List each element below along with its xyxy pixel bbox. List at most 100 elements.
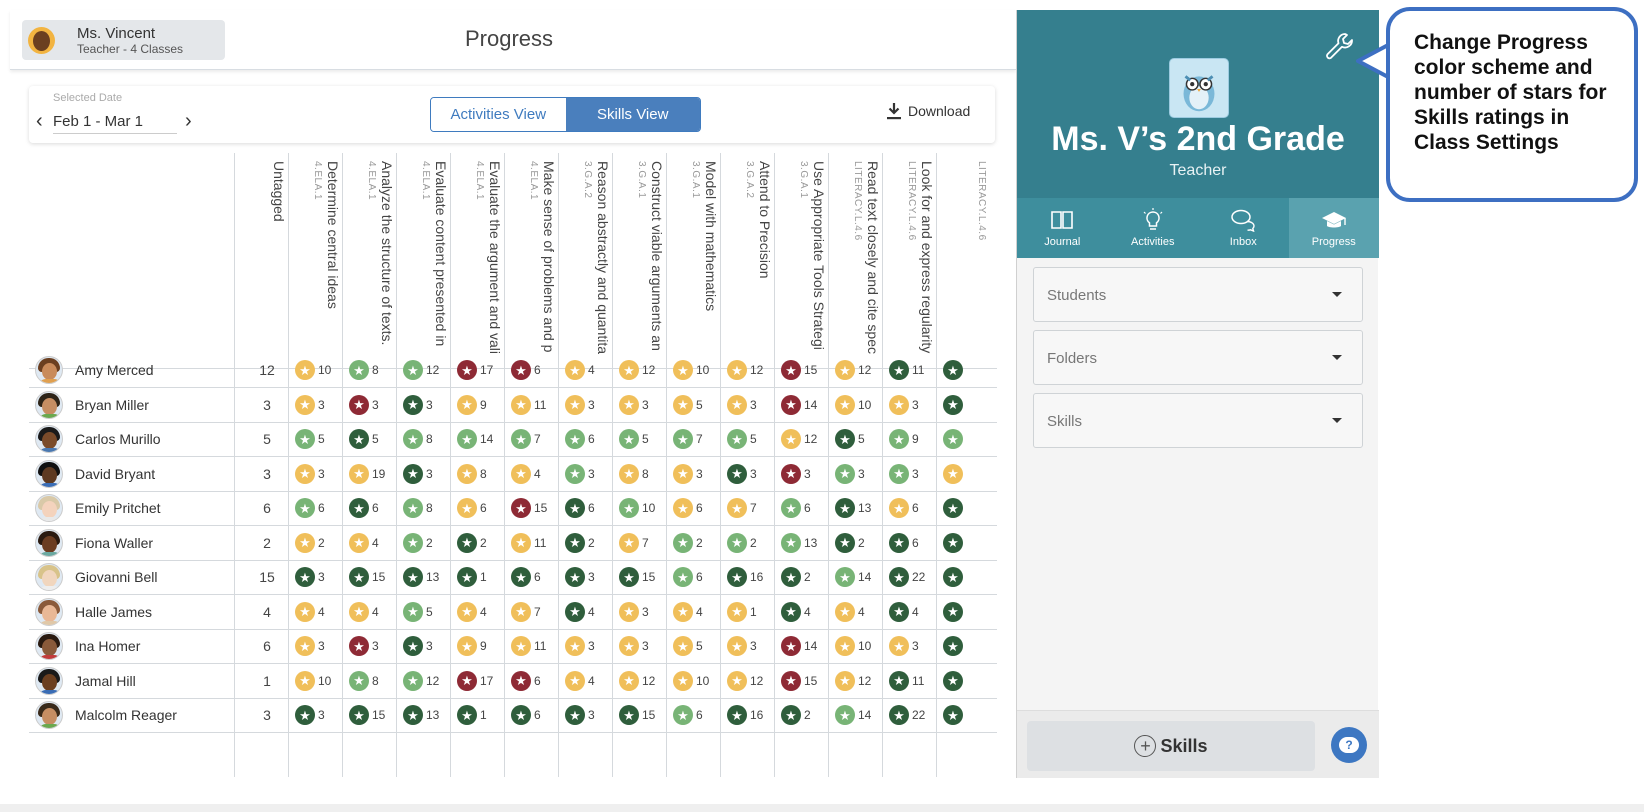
skill-rating-cell[interactable]: ★ 14 <box>457 421 493 457</box>
skill-rating-cell[interactable]: ★ 3 <box>565 387 595 423</box>
skill-rating-cell[interactable]: ★ 3 <box>295 559 325 595</box>
skill-rating-cell[interactable]: ★ 5 <box>403 594 433 630</box>
skill-rating-cell[interactable]: ★ 3 <box>295 628 325 664</box>
skill-rating-cell[interactable]: ★ 3 <box>673 456 703 492</box>
skill-rating-cell[interactable]: ★ 2 <box>727 525 757 561</box>
student-row[interactable]: Jamal Hill 1 ★ 10 ★ 8 ★ 12 ★ 17 ★ 6 ★ 4 ★ 12 ★ 10 ★ 12 ★ 15 ★ 1… <box>29 663 997 699</box>
skill-rating-cell[interactable]: ★ 12 <box>619 352 655 388</box>
student-row[interactable]: Halle James 4 ★ 4 ★ 4 ★ 5 ★ 4 ★ 7 ★ 4 ★ 3 ★ 4 ★ 1 ★ 4 ★ 4 ★ 4 ★ <box>29 594 997 630</box>
skill-rating-cell[interactable]: ★ 9 <box>457 387 487 423</box>
skill-rating-cell[interactable]: ★ 6 <box>511 559 541 595</box>
skill-rating-cell[interactable]: ★ <box>943 697 966 733</box>
skill-rating-cell[interactable]: ★ 4 <box>295 594 325 630</box>
skill-rating-cell[interactable]: ★ 2 <box>781 697 811 733</box>
skill-rating-cell[interactable]: ★ 1 <box>727 594 757 630</box>
skill-rating-cell[interactable]: ★ 3 <box>619 594 649 630</box>
skill-rating-cell[interactable]: ★ 6 <box>565 421 595 457</box>
skill-rating-cell[interactable]: ★ 3 <box>619 628 649 664</box>
skill-rating-cell[interactable]: ★ 5 <box>727 421 757 457</box>
column-header[interactable]: Reason abstractly and quantita 3.G.A.2 <box>558 153 612 369</box>
skill-rating-cell[interactable]: ★ 2 <box>835 525 865 561</box>
skill-rating-cell[interactable]: ★ 6 <box>889 490 919 526</box>
skill-rating-cell[interactable]: ★ 13 <box>403 559 439 595</box>
student-row[interactable]: David Bryant 3 ★ 3 ★ 19 ★ 3 ★ 8 ★ 4 ★ 3 ★ 8 ★ 3 ★ 3 ★ 3 ★ 3 ★ 3 ★ <box>29 456 997 492</box>
students-dropdown[interactable]: Students <box>1033 267 1363 322</box>
skill-rating-cell[interactable]: ★ <box>943 628 966 664</box>
skill-rating-cell[interactable]: ★ 15 <box>349 559 385 595</box>
skill-rating-cell[interactable]: ★ 15 <box>619 697 655 733</box>
skill-rating-cell[interactable]: ★ 5 <box>619 421 649 457</box>
skill-rating-cell[interactable]: ★ 11 <box>511 387 546 423</box>
skill-rating-cell[interactable]: ★ 10 <box>673 663 709 699</box>
skill-rating-cell[interactable]: ★ 13 <box>781 525 817 561</box>
skill-rating-cell[interactable]: ★ 6 <box>673 559 703 595</box>
column-header[interactable]: Analyze the structure of texts. 4.ELA.1 <box>342 153 396 369</box>
skill-rating-cell[interactable]: ★ 3 <box>727 628 757 664</box>
student-name[interactable]: Emily Pritchet <box>75 500 161 516</box>
skill-rating-cell[interactable]: ★ 3 <box>565 697 595 733</box>
skill-rating-cell[interactable]: ★ <box>943 352 966 388</box>
skill-rating-cell[interactable]: ★ 11 <box>889 352 924 388</box>
skill-rating-cell[interactable]: ★ 7 <box>619 525 649 561</box>
skill-rating-cell[interactable]: ★ 4 <box>889 594 919 630</box>
skill-rating-cell[interactable]: ★ 2 <box>673 525 703 561</box>
wrench-icon[interactable] <box>1323 30 1357 64</box>
skill-rating-cell[interactable]: ★ 1 <box>457 559 487 595</box>
skill-rating-cell[interactable]: ★ 6 <box>295 490 325 526</box>
skill-rating-cell[interactable]: ★ 12 <box>403 663 439 699</box>
skill-rating-cell[interactable]: ★ 5 <box>349 421 379 457</box>
skill-rating-cell[interactable]: ★ 12 <box>727 663 763 699</box>
skill-rating-cell[interactable]: ★ 9 <box>457 628 487 664</box>
skill-rating-cell[interactable]: ★ <box>943 594 966 630</box>
nav-journal[interactable]: Journal <box>1017 198 1108 258</box>
skill-rating-cell[interactable]: ★ 10 <box>295 663 331 699</box>
column-header[interactable]: Construct viable arguments an 3.G.A.1 <box>612 153 666 369</box>
skill-rating-cell[interactable]: ★ 3 <box>295 697 325 733</box>
column-header[interactable]: Look for and express regularity LITERACY.… <box>882 153 936 369</box>
skill-rating-cell[interactable]: ★ 12 <box>781 421 817 457</box>
skill-rating-cell[interactable]: ★ 3 <box>403 387 433 423</box>
skill-rating-cell[interactable]: ★ 14 <box>781 387 817 423</box>
skill-rating-cell[interactable]: ★ <box>943 525 966 561</box>
skill-rating-cell[interactable]: ★ 12 <box>727 352 763 388</box>
skill-rating-cell[interactable]: ★ 8 <box>403 490 433 526</box>
skill-rating-cell[interactable]: ★ 12 <box>403 352 439 388</box>
skill-rating-cell[interactable]: ★ 6 <box>565 490 595 526</box>
skill-rating-cell[interactable]: ★ 4 <box>511 456 541 492</box>
skill-rating-cell[interactable]: ★ 3 <box>565 456 595 492</box>
column-header[interactable]: Evaluate content presented in 4.ELA.1 <box>396 153 450 369</box>
skill-rating-cell[interactable]: ★ <box>943 663 966 699</box>
skill-rating-cell[interactable]: ★ 5 <box>673 628 703 664</box>
student-name[interactable]: Malcolm Reager <box>75 707 177 723</box>
skill-rating-cell[interactable]: ★ 6 <box>673 490 703 526</box>
skill-rating-cell[interactable]: ★ 3 <box>619 387 649 423</box>
help-chat-button[interactable]: ? <box>1331 727 1367 763</box>
skill-rating-cell[interactable]: ★ 17 <box>457 663 493 699</box>
skill-rating-cell[interactable]: ★ 3 <box>349 628 379 664</box>
skill-rating-cell[interactable]: ★ 4 <box>565 352 595 388</box>
skill-rating-cell[interactable]: ★ 9 <box>889 421 919 457</box>
skill-rating-cell[interactable]: ★ 4 <box>835 594 865 630</box>
student-name[interactable]: Bryan Miller <box>75 397 149 413</box>
column-header[interactable]: LITERACY.L.4.6 <box>936 153 990 369</box>
student-name[interactable]: David Bryant <box>75 466 155 482</box>
skill-rating-cell[interactable]: ★ 5 <box>835 421 865 457</box>
skill-rating-cell[interactable]: ★ 11 <box>511 525 546 561</box>
skill-rating-cell[interactable]: ★ 2 <box>295 525 325 561</box>
skill-rating-cell[interactable]: ★ <box>943 421 966 457</box>
previous-date-button[interactable]: ‹ <box>36 110 43 133</box>
skill-rating-cell[interactable]: ★ 3 <box>295 456 325 492</box>
student-row[interactable]: Carlos Murillo 5 ★ 5 ★ 5 ★ 8 ★ 14 ★ 7 ★ 6 ★ 5 ★ 7 ★ 5 ★ 12 ★ 5 ★… <box>29 421 997 457</box>
skill-rating-cell[interactable]: ★ 5 <box>295 421 325 457</box>
skill-rating-cell[interactable]: ★ 3 <box>727 456 757 492</box>
student-row[interactable]: Ina Homer 6 ★ 3 ★ 3 ★ 3 ★ 9 ★ 11 ★ 3 ★ 3 ★ 5 ★ 3 ★ 14 ★ 10 ★ 3 ★ <box>29 628 997 664</box>
skill-rating-cell[interactable]: ★ 2 <box>403 525 433 561</box>
skill-rating-cell[interactable]: ★ 4 <box>673 594 703 630</box>
skills-dropdown[interactable]: Skills <box>1033 393 1363 448</box>
skill-rating-cell[interactable]: ★ 5 <box>673 387 703 423</box>
skill-rating-cell[interactable]: ★ 3 <box>565 559 595 595</box>
skill-rating-cell[interactable]: ★ 12 <box>835 663 871 699</box>
skill-rating-cell[interactable]: ★ 10 <box>835 387 871 423</box>
student-row[interactable]: Malcolm Reager 3 ★ 3 ★ 15 ★ 13 ★ 1 ★ 6 ★ 3 ★ 15 ★ 6 ★ 16 ★ 2 ★… <box>29 697 997 733</box>
skill-rating-cell[interactable]: ★ 3 <box>781 456 811 492</box>
